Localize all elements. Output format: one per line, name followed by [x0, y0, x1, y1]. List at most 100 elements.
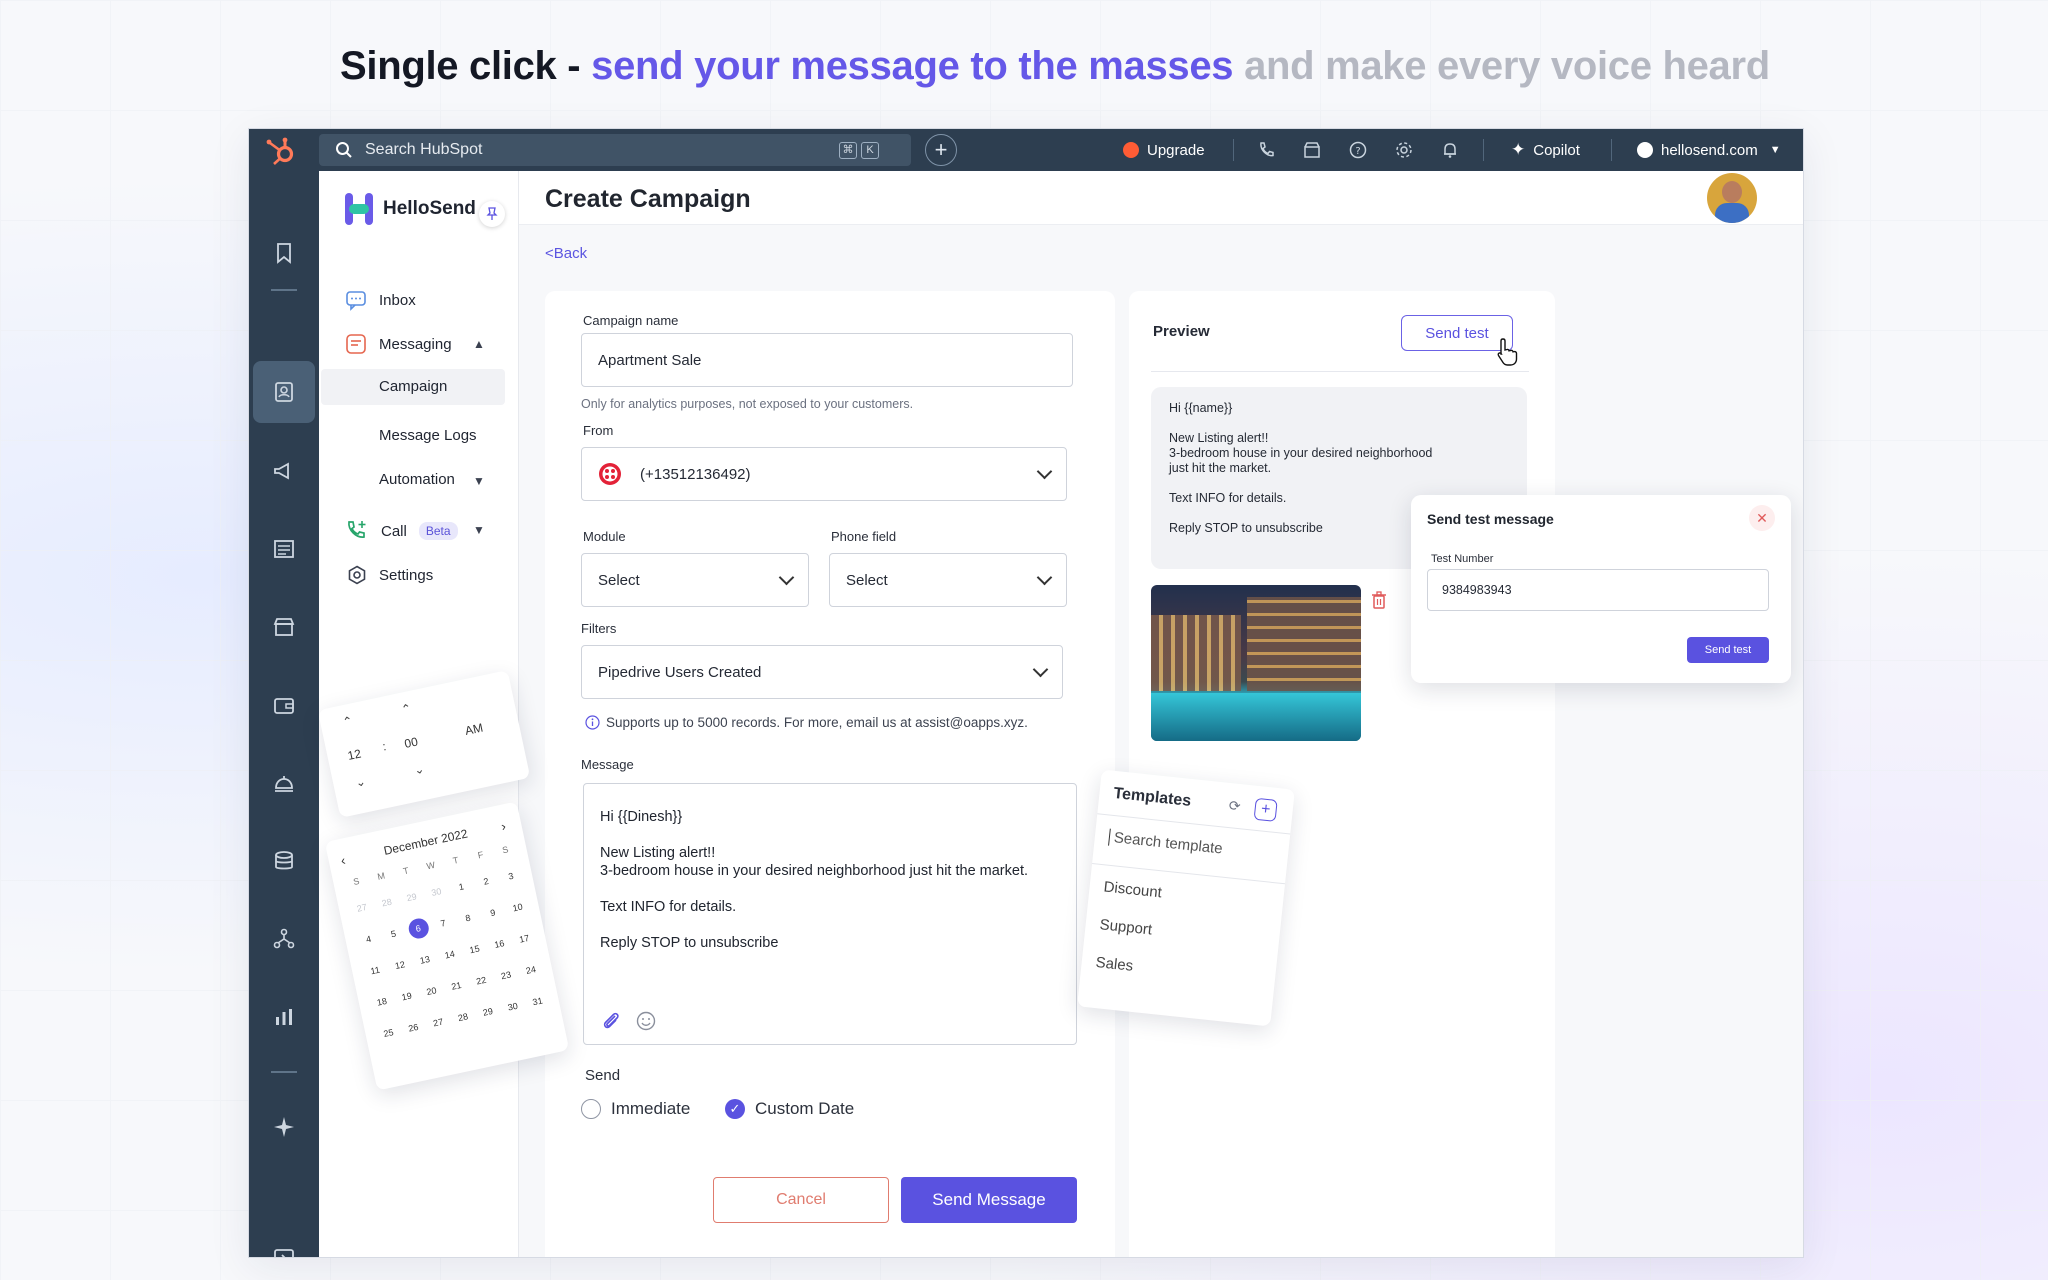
calendar-day[interactable]: 9 — [481, 901, 505, 925]
database-icon[interactable] — [272, 849, 296, 873]
calendar-day[interactable]: 20 — [420, 979, 444, 1003]
pin-sidebar-button[interactable] — [479, 201, 505, 227]
chevron-down-icon[interactable]: ▼ — [473, 474, 485, 488]
sidebar-item-message-logs[interactable]: Message Logs — [379, 427, 477, 444]
send-message-button[interactable]: Send Message — [901, 1177, 1077, 1223]
notifications-bell-icon[interactable] — [1441, 141, 1459, 159]
chevron-up-icon[interactable]: ▲ — [473, 337, 485, 351]
calendar-day[interactable]: 25 — [377, 1021, 401, 1045]
hour-down-icon[interactable]: ⌄ — [354, 774, 367, 790]
content-icon[interactable] — [272, 537, 296, 561]
global-search[interactable]: Search HubSpot ⌘ K — [319, 134, 911, 166]
minute-up-icon[interactable]: ⌃ — [400, 701, 413, 717]
hour-up-icon[interactable]: ⌃ — [341, 713, 354, 729]
megaphone-icon[interactable] — [272, 459, 296, 483]
calendar-day[interactable]: 17 — [512, 927, 536, 951]
calendar-day[interactable]: 8 — [456, 906, 480, 930]
calendar-day[interactable]: 28 — [375, 891, 399, 915]
sidebar-item-automation[interactable]: Automation — [379, 471, 455, 488]
filters-select[interactable]: Pipedrive Users Created — [581, 645, 1063, 699]
calendar-day[interactable]: 3 — [499, 864, 523, 888]
calendar-day[interactable]: 19 — [395, 985, 419, 1009]
contacts-icon[interactable] — [272, 380, 296, 404]
calendar-day[interactable]: 29 — [400, 885, 424, 909]
popup-send-test-button[interactable]: Send test — [1687, 637, 1769, 663]
expand-rail-icon[interactable] — [272, 1247, 296, 1258]
create-plus-button[interactable]: + — [925, 134, 957, 166]
sidebar-item-campaign[interactable]: Campaign — [321, 369, 505, 405]
calendar-day[interactable]: 29 — [476, 1000, 500, 1024]
calendar-day[interactable]: 4 — [357, 927, 381, 951]
account-menu[interactable]: hellosend.com ▼ — [1637, 129, 1781, 171]
from-select[interactable]: (+13512136492) — [581, 447, 1067, 501]
wallet-icon[interactable] — [272, 693, 296, 717]
calendar-day[interactable]: 21 — [445, 974, 469, 998]
user-avatar[interactable] — [1707, 173, 1757, 223]
minute-down-icon[interactable]: ⌄ — [413, 762, 426, 778]
calendar-day[interactable]: 1 — [449, 875, 473, 899]
calendar-day[interactable]: 26 — [402, 1016, 426, 1040]
phone-field-select[interactable]: Select — [829, 553, 1067, 607]
refresh-icon[interactable]: ⟳ — [1228, 797, 1241, 815]
emoji-icon[interactable] — [636, 1011, 656, 1031]
help-icon[interactable]: ? — [1349, 141, 1367, 159]
workflows-icon[interactable] — [272, 927, 296, 951]
delete-trash-icon[interactable] — [1371, 591, 1387, 609]
upgrade-button[interactable]: Upgrade — [1123, 129, 1205, 171]
calendar-day[interactable]: 28 — [451, 1005, 475, 1029]
close-icon[interactable]: ✕ — [1749, 505, 1775, 531]
service-bell-icon[interactable] — [272, 771, 296, 795]
send-immediate-radio[interactable]: Immediate — [581, 1099, 690, 1119]
calendar-day[interactable]: 12 — [388, 953, 412, 977]
calendar-day[interactable]: 15 — [463, 937, 487, 961]
template-item[interactable]: Discount — [1103, 878, 1163, 901]
test-number-input[interactable]: 9384983943 — [1427, 569, 1769, 611]
calendar-day[interactable]: 18 — [370, 990, 394, 1014]
calendar-day[interactable]: 30 — [425, 880, 449, 904]
hour-value[interactable]: 12 — [346, 746, 362, 762]
module-select[interactable]: Select — [581, 553, 809, 607]
search-template-input[interactable]: Search template — [1108, 828, 1224, 858]
calendar-day[interactable]: 7 — [431, 911, 455, 935]
reports-chart-icon[interactable] — [272, 1005, 296, 1029]
calendar-day[interactable]: 27 — [350, 896, 374, 920]
minute-value[interactable]: 00 — [403, 734, 419, 750]
add-template-icon[interactable]: + — [1253, 797, 1278, 822]
sidebar-item-messaging[interactable]: Messaging — [345, 333, 452, 355]
prev-month-icon[interactable]: ‹ — [339, 852, 346, 868]
hubspot-logo-icon[interactable] — [263, 136, 299, 166]
calendar-day[interactable]: 10 — [506, 896, 530, 920]
back-link[interactable]: <Back — [545, 245, 587, 262]
calendar-day[interactable]: 14 — [438, 943, 462, 967]
calendar-day[interactable]: 23 — [494, 963, 518, 987]
calendar-day[interactable]: 13 — [413, 948, 437, 972]
calendar-day[interactable]: 24 — [519, 958, 543, 982]
send-custom-date-radio[interactable]: ✓ Custom Date — [725, 1099, 854, 1119]
sidebar-item-settings[interactable]: Settings — [347, 565, 433, 585]
phone-icon[interactable] — [1257, 141, 1275, 159]
campaign-name-input[interactable]: Apartment Sale — [581, 333, 1073, 387]
template-item[interactable]: Support — [1099, 916, 1153, 938]
period-value[interactable]: AM — [464, 721, 485, 738]
calendar-day[interactable]: 11 — [363, 959, 387, 983]
calendar-day[interactable]: 27 — [426, 1011, 450, 1035]
commerce-store-icon[interactable] — [272, 615, 296, 639]
next-month-icon[interactable]: › — [500, 818, 507, 834]
calendar-day[interactable]: 2 — [474, 870, 498, 894]
calendar-day[interactable]: 22 — [469, 969, 493, 993]
settings-gear-icon[interactable] — [1395, 141, 1413, 159]
marketplace-icon[interactable] — [1303, 141, 1321, 159]
chevron-down-icon[interactable]: ▼ — [473, 523, 485, 537]
calendar-day[interactable]: 5 — [382, 922, 406, 946]
message-textarea[interactable]: Hi {{Dinesh}} New Listing alert!! 3-bedr… — [583, 783, 1077, 1045]
sidebar-item-call[interactable]: Call Beta — [345, 519, 458, 543]
calendar-day[interactable]: 30 — [501, 995, 525, 1019]
copilot-button[interactable]: ✦ Copilot — [1511, 129, 1580, 171]
ai-sparkle-icon[interactable] — [272, 1115, 296, 1139]
calendar-day[interactable]: 16 — [488, 932, 512, 956]
cancel-button[interactable]: Cancel — [713, 1177, 889, 1223]
calendar-day[interactable]: 31 — [526, 990, 550, 1014]
template-item[interactable]: Sales — [1095, 954, 1134, 975]
bookmark-icon[interactable] — [272, 241, 296, 265]
calendar-day-selected[interactable]: 6 — [406, 916, 431, 941]
